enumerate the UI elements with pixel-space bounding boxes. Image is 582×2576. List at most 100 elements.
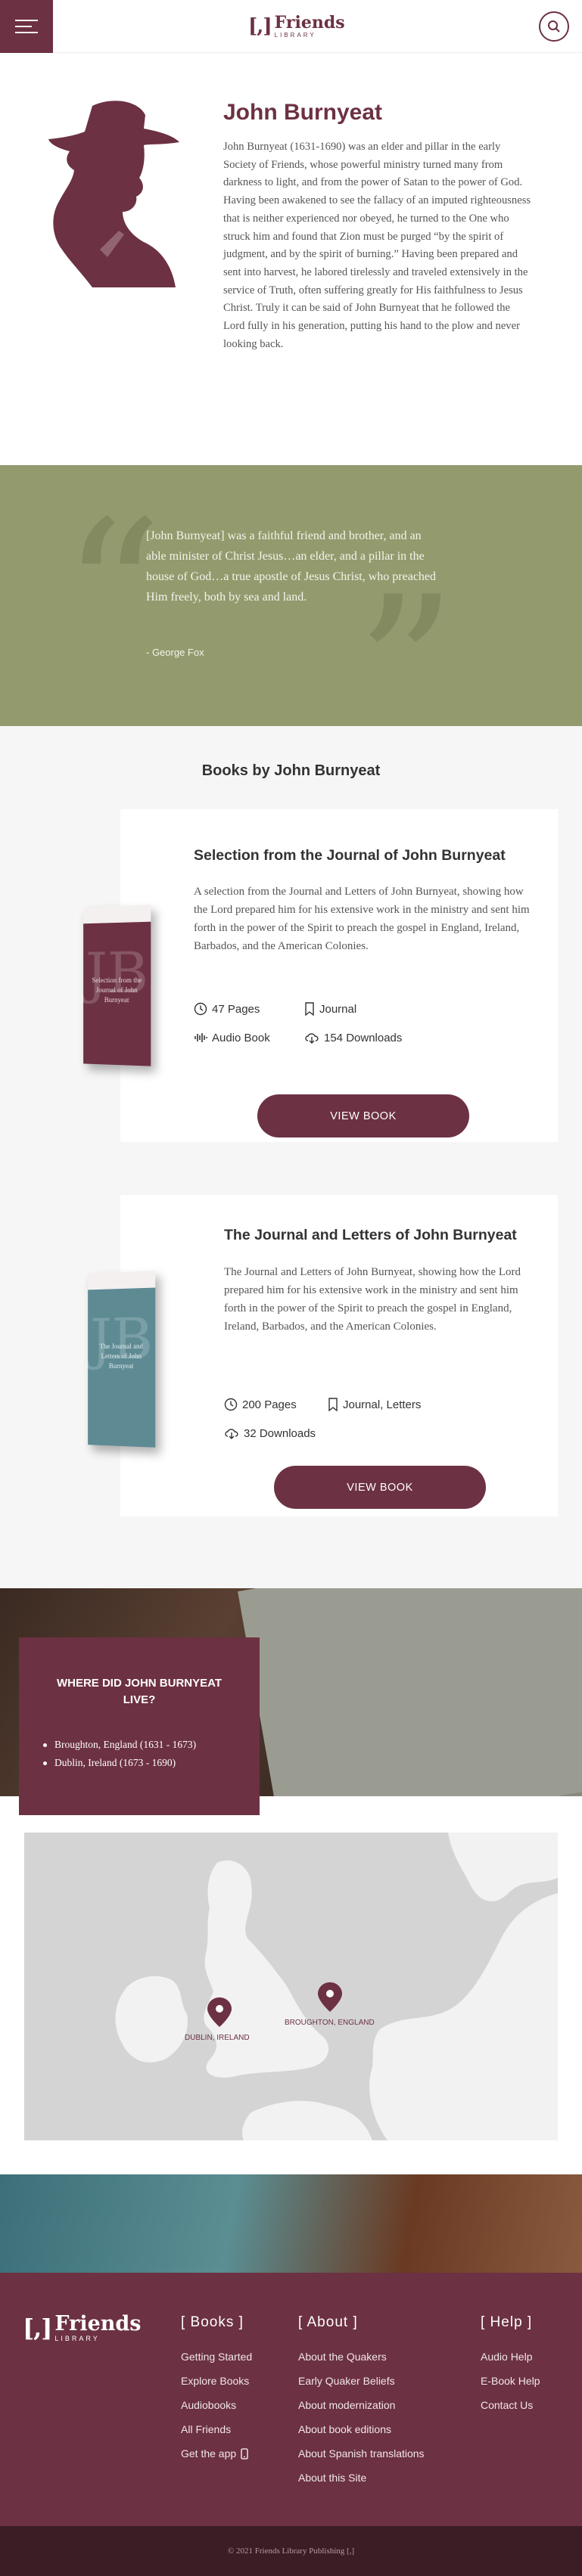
search-icon (548, 20, 560, 33)
logo-name: Friends (274, 13, 345, 33)
residence-text: Dublin, Ireland (1673 - 1690) (54, 1757, 176, 1768)
site-logo[interactable]: [,] Friends LIBRARY (248, 11, 345, 42)
footer-link-audio-help[interactable]: Audio Help (481, 2345, 540, 2369)
footer-link-all-friends[interactable]: All Friends (181, 2417, 252, 2441)
meta-audio-text: Audio Book (212, 1031, 270, 1044)
footer-link-audiobooks[interactable]: Audiobooks (181, 2393, 252, 2417)
logo-mark: [,] (248, 15, 272, 38)
meta-type: Journal (304, 1002, 356, 1016)
view-book-button[interactable]: VIEW BOOK (274, 1466, 486, 1509)
footer-link-about-quakers[interactable]: About the Quakers (298, 2345, 425, 2369)
footer-logo[interactable]: [,] Friends LIBRARY (23, 2314, 142, 2342)
quote-text: [John Burnyeat] was a faithful friend an… (146, 529, 437, 604)
meta-type-text: Journal, Letters (343, 1398, 422, 1411)
where-heading: WHERE DID JOHN BURNYEAT LIVE? (56, 1677, 223, 1706)
bottom-photo-banner (0, 2174, 582, 2273)
residence-text: Broughton, England (1631 - 1673) (54, 1739, 197, 1750)
author-bio: John Burnyeat (1631-1690) was an elder a… (223, 141, 531, 350)
residence-list: Broughton, England (1631 - 1673) Dublin,… (43, 1736, 255, 1772)
bookmark-icon (305, 1002, 314, 1016)
cloud-download-icon (225, 1429, 238, 1439)
footer-link-getting-started[interactable]: Getting Started (181, 2345, 252, 2369)
footer-link-about-site[interactable]: About this Site (298, 2466, 425, 2490)
photo-book-shape (238, 1588, 582, 1796)
footer-link-contact[interactable]: Contact Us (481, 2393, 540, 2417)
footer-about-column: [ About ] About the Quakers Early Quaker… (298, 2314, 425, 2490)
bookmark-icon (328, 1398, 338, 1411)
residence-item: Dublin, Ireland (1673 - 1690) (43, 1754, 255, 1772)
view-book-button[interactable]: VIEW BOOK (257, 1094, 469, 1137)
meta-downloads: 154 Downloads (304, 1031, 402, 1044)
residence-map[interactable]: DUBLIN, IRELAND BROUGHTON, ENGLAND (24, 1833, 558, 2140)
footer-link-modernization[interactable]: About modernization (298, 2393, 425, 2417)
footer-link-book-editions[interactable]: About book editions (298, 2417, 425, 2441)
map-pin-label: DUBLIN, IRELAND (185, 2034, 250, 2042)
meta-pages: 200 Pages (224, 1398, 297, 1411)
search-button[interactable] (539, 11, 569, 42)
footer-link-explore-books[interactable]: Explore Books (181, 2369, 252, 2393)
cloud-download-icon (305, 1033, 319, 1044)
where-did-they-live-box: WHERE DID JOHN BURNYEAT LIVE? Broughton,… (19, 1637, 260, 1815)
footer-link-ebook-help[interactable]: E-Book Help (481, 2369, 540, 2393)
ireland-landmass (115, 1975, 188, 2062)
book-card: JB Selection from the Journal of John Bu… (83, 809, 558, 1142)
map-svg: DUBLIN, IRELAND BROUGHTON, ENGLAND (24, 1833, 558, 2140)
map-pin-label: BROUGHTON, ENGLAND (285, 2019, 375, 2027)
book-description: The Journal and Letters of John Burnyeat… (224, 1266, 521, 1333)
quote-citation: - George Fox (146, 647, 204, 658)
menu-line-icon (15, 32, 38, 33)
quote-section: “ ” [John Burnyeat] was a faithful frien… (0, 465, 582, 768)
meta-pages-text: 47 Pages (212, 1002, 260, 1016)
footer-books-title: [ Books ] (181, 2314, 244, 2330)
footer-link-get-the-app[interactable]: Get the app (181, 2441, 252, 2466)
copyright-bar: © 2021 Friends Library Publishing [,] (0, 2526, 582, 2576)
meta-pages: 47 Pages (194, 1002, 260, 1016)
footer-books-column: [ Books ] Getting Started Explore Books … (181, 2314, 252, 2466)
footer-help-title: [ Help ] (481, 2314, 533, 2330)
author-name: John Burnyeat (223, 100, 383, 125)
site-footer: [,] Friends LIBRARY [ Books ] Getting St… (0, 2273, 582, 2526)
meta-downloads-text: 154 Downloads (324, 1031, 403, 1044)
cover-band (83, 905, 151, 924)
get-the-app-label: Get the app (181, 2447, 237, 2460)
book-card: JB The Journal and Letters of John Burny… (88, 1195, 558, 1516)
book-title[interactable]: Selection from the Journal of John Burny… (194, 847, 506, 864)
clock-icon (194, 1002, 207, 1016)
bullet-icon (43, 1743, 47, 1747)
logo-subtitle: LIBRARY (274, 32, 316, 39)
book-title[interactable]: The Journal and Letters of John Burnyeat (224, 1227, 517, 1244)
footer-link-quaker-beliefs[interactable]: Early Quaker Beliefs (298, 2369, 425, 2393)
footer-help-column: [ Help ] Audio Help E-Book Help Contact … (481, 2314, 540, 2417)
copyright-text: © 2021 Friends Library Publishing [,] (227, 2547, 355, 2556)
meta-downloads-text: 32 Downloads (244, 1426, 316, 1440)
site-header: [,] Friends LIBRARY (0, 0, 582, 53)
cover-title: The Journal and Letters of John Burnyeat (99, 1342, 143, 1370)
meta-audio: Audio Book (194, 1031, 270, 1044)
author-silhouette-icon (48, 101, 179, 287)
bullet-icon (43, 1761, 47, 1765)
logo-subtitle: LIBRARY (54, 2335, 100, 2342)
book-description: A selection from the Journal and Letters… (194, 886, 530, 952)
meta-downloads: 32 Downloads (224, 1426, 316, 1440)
logo-name: Friends (54, 2312, 142, 2335)
book-cover[interactable]: JB The Journal and Letters of John Burny… (88, 1271, 156, 1448)
book-cover[interactable]: JB Selection from the Journal of John Bu… (83, 905, 151, 1066)
meta-type-text: Journal (319, 1002, 357, 1016)
hamburger-menu-button[interactable] (0, 0, 53, 53)
footer-link-spanish-translations[interactable]: About Spanish translations (298, 2441, 425, 2466)
cover-band (88, 1271, 156, 1290)
clock-icon (224, 1398, 238, 1411)
books-heading: Books by John Burnyeat (201, 762, 381, 779)
logo-mark: [,] (23, 2314, 52, 2342)
author-section: John Burnyeat John Burnyeat (1631-1690) … (0, 53, 582, 465)
audio-waveform-icon (195, 1033, 207, 1042)
cover-title: Selection from the Journal of John Burny… (92, 976, 142, 1004)
map-section: DUBLIN, IRELAND BROUGHTON, ENGLAND (0, 1796, 582, 2174)
meta-type: Journal, Letters (328, 1398, 421, 1411)
residence-item: Broughton, England (1631 - 1673) (43, 1736, 255, 1754)
books-section: Books by John Burnyeat JB Selection from… (0, 726, 582, 1588)
footer-about-title: [ About ] (298, 2314, 358, 2330)
menu-line-icon (15, 26, 32, 27)
meta-pages-text: 200 Pages (242, 1398, 297, 1411)
phone-icon (241, 2447, 248, 2460)
